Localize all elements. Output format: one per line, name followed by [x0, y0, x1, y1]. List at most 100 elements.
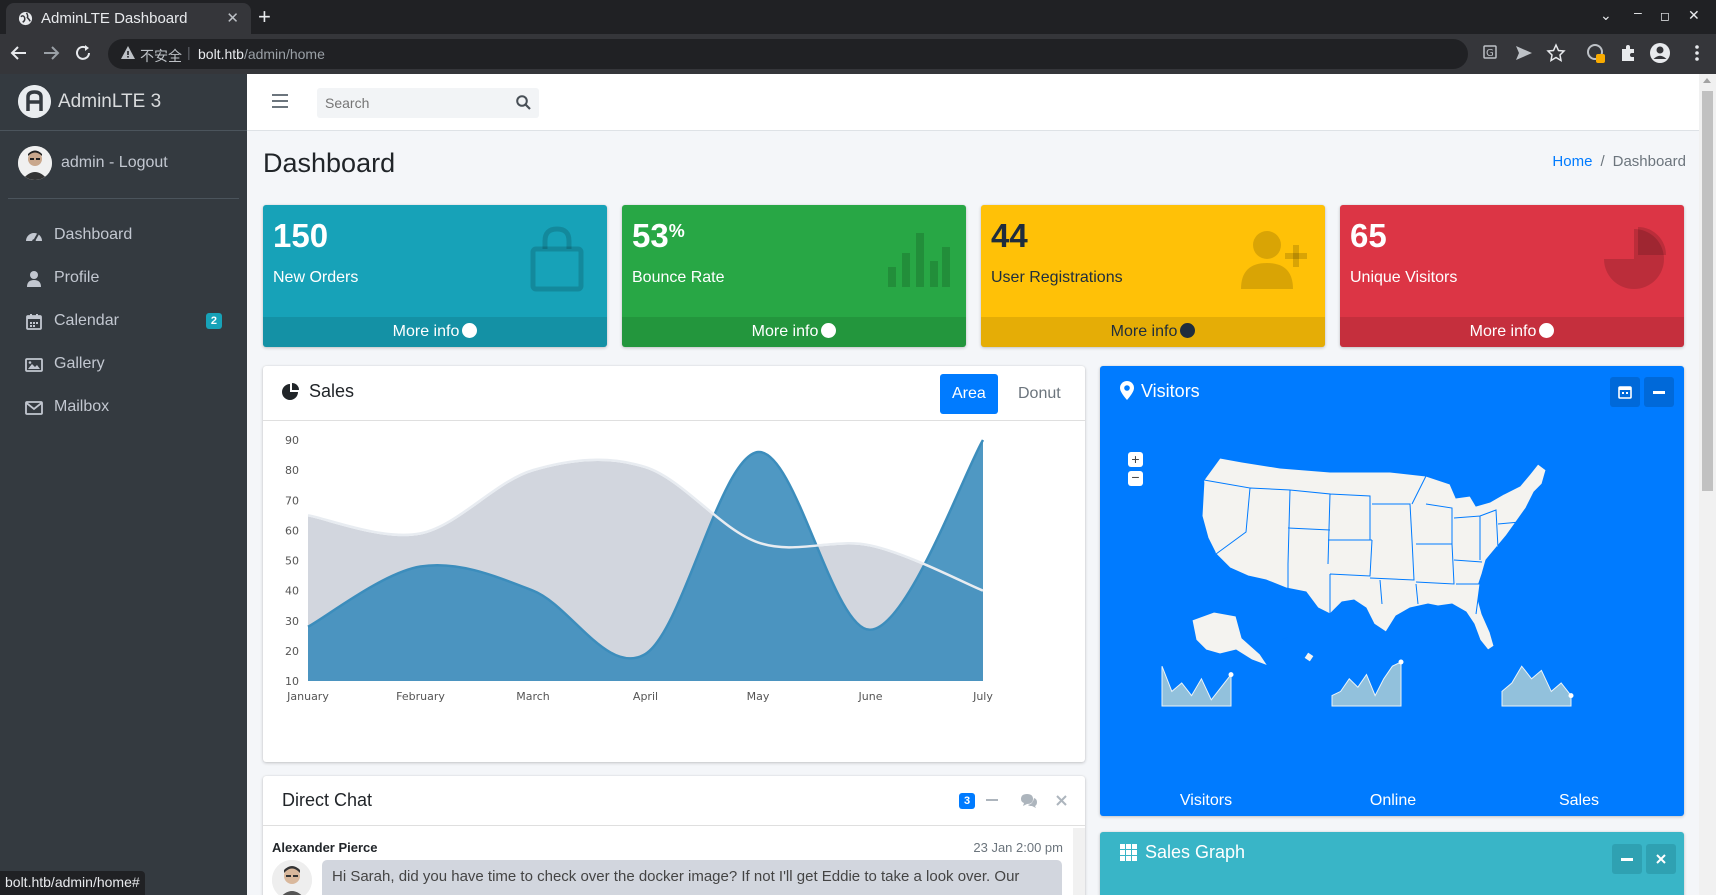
- chat-message: Hi Sarah, did you have time to check ove…: [322, 860, 1062, 895]
- sidebar-item-label: Mailbox: [54, 398, 110, 415]
- breadcrumb-divider: /: [1600, 153, 1605, 170]
- minus-icon[interactable]: [986, 799, 998, 802]
- brand-text: AdminLTE 3: [58, 91, 162, 112]
- box-value: 53%: [632, 217, 685, 254]
- collapse-button[interactable]: [1644, 377, 1674, 407]
- calendar-badge: 2: [205, 313, 222, 329]
- url-text: bolt.htb/admin/home: [198, 46, 325, 62]
- sales-card-header: Sales Area Donut: [263, 366, 1085, 421]
- map-zoom-in-button[interactable]: +: [1128, 452, 1143, 467]
- arrow-circle-right-icon: [1180, 323, 1196, 338]
- user-icon: [27, 271, 41, 287]
- user-logout-link[interactable]: admin - Logout: [61, 154, 168, 172]
- y-tick-label: 60: [285, 524, 299, 537]
- th-grid-icon: [1120, 844, 1137, 861]
- sidebar-item-calendar[interactable]: Calendar 2: [8, 300, 239, 343]
- collapse-button[interactable]: [1612, 844, 1642, 874]
- search-input[interactable]: [317, 88, 507, 118]
- y-tick-label: 80: [285, 464, 299, 477]
- hamburger-menu-icon[interactable]: [272, 94, 288, 108]
- warning-icon: [121, 46, 135, 59]
- chat-scrollbar[interactable]: [1073, 828, 1085, 895]
- reload-icon[interactable]: [74, 44, 92, 62]
- url-field[interactable]: 不安全 | bolt.htb/admin/home: [108, 39, 1468, 69]
- sales-card: Sales Area Donut 10 20 30 40 50 60 70 80 90 Janua…: [263, 366, 1085, 762]
- close-window-icon[interactable]: ✕: [1688, 7, 1700, 24]
- x-tick-label: May: [747, 690, 770, 703]
- small-box-unique-visitors: 65 Unique Visitors More info: [1340, 205, 1684, 347]
- sidebar-item-dashboard[interactable]: Dashboard: [8, 214, 239, 257]
- browser-tab[interactable]: AdminLTE Dashboard ✕: [6, 3, 251, 34]
- sidebar-item-label: Dashboard: [54, 226, 133, 243]
- puzzle-icon[interactable]: [1617, 42, 1639, 64]
- insecure-label: 不安全: [140, 48, 182, 64]
- menu-dots-icon[interactable]: [1686, 42, 1708, 64]
- sidebar-nav: Dashboard Profile Calendar 2 Gallery Mai…: [8, 214, 239, 429]
- send-icon[interactable]: [1513, 42, 1535, 64]
- sidebar-item-gallery[interactable]: Gallery: [8, 343, 239, 386]
- profile-icon[interactable]: [1649, 42, 1671, 64]
- small-box-new-orders: 150 New Orders More info: [263, 205, 607, 347]
- breadcrumb-current: Dashboard: [1612, 153, 1686, 170]
- breadcrumb-home-link[interactable]: Home: [1552, 153, 1592, 170]
- sidebar-item-label: Gallery: [54, 355, 105, 372]
- visitors-title: Visitors: [1141, 381, 1200, 401]
- map-zoom-out-button[interactable]: −: [1128, 470, 1143, 486]
- more-info-link[interactable]: More info: [263, 317, 607, 347]
- x-tick-label: March: [516, 690, 550, 703]
- box-label: Bounce Rate: [632, 269, 725, 286]
- arrow-circle-right-icon: [821, 323, 837, 338]
- star-icon[interactable]: [1545, 42, 1567, 64]
- tab-donut[interactable]: Donut: [1006, 374, 1073, 414]
- scroll-up-icon[interactable]: [1703, 78, 1711, 83]
- pie-chart-icon: [1604, 227, 1666, 289]
- sparkline-label: Sales: [1558, 792, 1600, 809]
- translate-icon[interactable]: G: [1481, 42, 1503, 64]
- globe-icon: [18, 11, 33, 26]
- sales-area-chart: 10 20 30 40 50 60 70 80 90 January February March Ap…: [285, 434, 993, 703]
- scrollbar-thumb[interactable]: [1702, 91, 1713, 491]
- sidebar-item-mailbox[interactable]: Mailbox: [8, 386, 239, 429]
- minimize-icon[interactable]: –: [1634, 4, 1642, 20]
- extension-badge-icon[interactable]: [1585, 42, 1607, 64]
- comments-icon[interactable]: [1020, 793, 1038, 808]
- box-value: 44: [991, 217, 1028, 254]
- x-tick-label: April: [633, 690, 658, 703]
- page-scrollbar[interactable]: [1699, 74, 1716, 895]
- sales-graph-title: Sales Graph: [1145, 842, 1246, 862]
- sidebar-item-profile[interactable]: Profile: [8, 257, 239, 300]
- adminlte-logo-icon: [18, 85, 51, 118]
- more-info-link[interactable]: More info: [981, 317, 1325, 347]
- y-tick-label: 70: [285, 494, 299, 507]
- box-label: User Registrations: [991, 269, 1123, 286]
- user-panel: admin - Logout: [8, 131, 239, 199]
- direct-chat-title: Direct Chat: [282, 790, 373, 810]
- box-value: 150: [273, 217, 329, 254]
- chevron-down-icon[interactable]: ⌄: [1600, 7, 1612, 24]
- sales-graph-card: Sales Graph: [1100, 832, 1684, 895]
- search-icon[interactable]: [516, 95, 531, 110]
- svg-text:G: G: [1486, 48, 1494, 59]
- shopping-bag-icon: [530, 226, 584, 292]
- close-tab-icon[interactable]: ✕: [226, 9, 239, 27]
- close-icon[interactable]: [1056, 795, 1067, 806]
- more-info-link[interactable]: More info: [1340, 317, 1684, 347]
- brand-link[interactable]: AdminLTE 3: [0, 74, 247, 131]
- back-icon[interactable]: [10, 44, 28, 62]
- top-navbar: [247, 74, 1699, 131]
- box-label: Unique Visitors: [1350, 269, 1458, 286]
- sparkline-area: [1331, 661, 1402, 707]
- remove-button[interactable]: [1646, 844, 1676, 874]
- tab-area[interactable]: Area: [940, 374, 998, 414]
- minus-icon: [1621, 858, 1633, 861]
- sidebar: AdminLTE 3 admin - Logout Dashboard Prof…: [0, 74, 247, 895]
- new-tab-icon[interactable]: +: [258, 4, 271, 30]
- forward-icon[interactable]: [42, 44, 60, 62]
- maximize-icon[interactable]: ◻: [1660, 9, 1670, 23]
- more-info-link[interactable]: More info: [622, 317, 966, 347]
- sparkline-label: Online: [1369, 792, 1417, 809]
- date-range-button[interactable]: [1610, 377, 1640, 407]
- visitors-card: Visitors + −: [1100, 366, 1684, 816]
- calendar-icon: [26, 314, 42, 330]
- y-tick-label: 90: [285, 434, 299, 447]
